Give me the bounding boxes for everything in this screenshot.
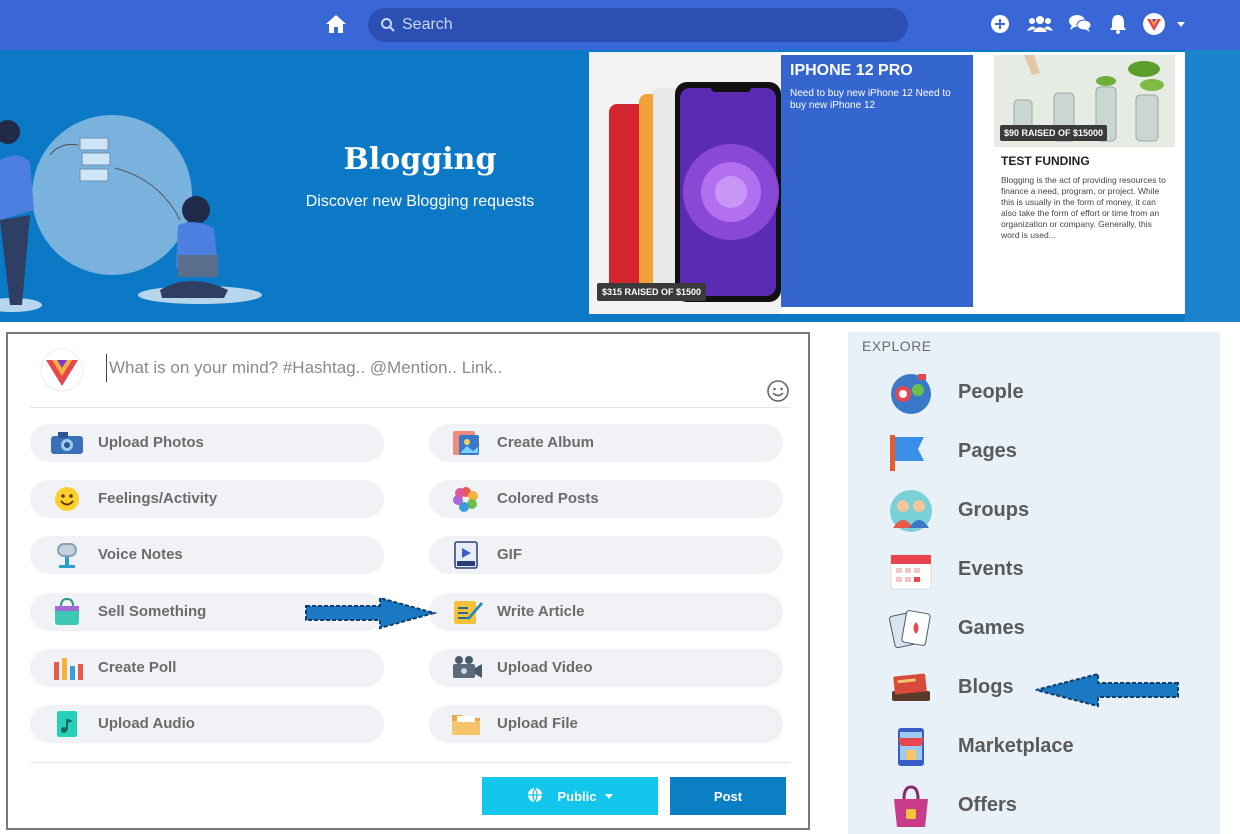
colored-posts-button[interactable]: Colored Posts	[429, 480, 783, 518]
campaign-info-panel: IPHONE 12 PRO Need to buy new iPhone 12 …	[781, 55, 973, 307]
explore-item-pages[interactable]: Pages	[888, 427, 1188, 477]
banner-illustration	[0, 115, 262, 312]
chevron-down-icon	[604, 793, 613, 799]
color-palette-icon	[447, 485, 485, 513]
explore-sidebar: EXPLORE People Pages Groups Events Games…	[848, 332, 1220, 834]
campaign-title[interactable]: IPHONE 12 PRO	[790, 62, 913, 80]
banner-subtitle: Discover new Blogging requests	[305, 193, 535, 210]
upload-file-button[interactable]: Upload File	[429, 705, 783, 743]
album-icon	[447, 429, 485, 457]
explore-item-marketplace[interactable]: Marketplace	[888, 722, 1188, 772]
funding-image: $90 RAISED OF $15000	[994, 55, 1175, 147]
upload-video-button[interactable]: Upload Video	[429, 649, 783, 687]
option-label: Upload File	[497, 715, 578, 732]
people-icon	[888, 370, 934, 416]
create-album-button[interactable]: Create Album	[429, 424, 783, 462]
raised-badge: $315 RAISED OF $1500	[597, 283, 707, 301]
emoji-icon[interactable]	[766, 379, 790, 403]
microphone-icon	[48, 541, 86, 569]
divider	[30, 407, 790, 408]
banner-edge	[1185, 50, 1240, 322]
explore-item-events[interactable]: Events	[888, 545, 1188, 595]
explore-item-games[interactable]: Games	[888, 604, 1188, 654]
friends-icon[interactable]	[1027, 13, 1053, 35]
voice-notes-button[interactable]: Voice Notes	[30, 536, 384, 574]
banner-title: Blogging	[343, 142, 497, 177]
option-label: Voice Notes	[98, 546, 183, 563]
smiley-icon	[48, 485, 86, 513]
option-label: Sell Something	[98, 603, 207, 620]
notifications-icon[interactable]	[1107, 13, 1129, 35]
gif-button[interactable]: GIF	[429, 536, 783, 574]
option-label: Upload Photos	[98, 434, 204, 451]
campaign-title[interactable]: TEST FUNDING	[1001, 154, 1090, 168]
arrow-to-write-article	[305, 596, 438, 630]
shopping-bag-icon	[48, 597, 86, 626]
search-bar[interactable]	[368, 8, 908, 42]
divider	[30, 762, 790, 763]
explore-label: Games	[958, 617, 1025, 639]
groups-icon	[888, 488, 934, 534]
avatar[interactable]	[1143, 13, 1165, 35]
article-icon	[447, 598, 485, 626]
explore-label: Pages	[958, 440, 1017, 462]
option-label: Colored Posts	[497, 490, 599, 507]
campaign-description: Need to buy new iPhone 12 Need to buy ne…	[790, 88, 951, 111]
offer-bag-icon	[888, 783, 934, 829]
raised-badge: $90 RAISED OF $15000	[1000, 125, 1108, 141]
globe-icon	[527, 787, 543, 806]
create-poll-button[interactable]: Create Poll	[30, 649, 384, 687]
add-icon[interactable]	[989, 13, 1011, 35]
option-label: Create Album	[497, 434, 594, 451]
privacy-public-button[interactable]: Public	[482, 777, 658, 815]
campaign-description: Blogging is the act of providing resourc…	[1001, 175, 1166, 240]
folder-icon	[447, 710, 485, 738]
option-label: Feelings/Activity	[98, 490, 218, 507]
store-icon	[888, 724, 934, 770]
option-label: Create Poll	[98, 659, 177, 676]
upload-audio-button[interactable]: Upload Audio	[30, 705, 384, 743]
explore-label: Events	[958, 558, 1024, 580]
feelings-activity-button[interactable]: Feelings/Activity	[30, 480, 384, 518]
iphone-image: $315 RAISED OF $1500	[589, 52, 781, 314]
explore-label: Marketplace	[958, 735, 1074, 757]
explore-heading: EXPLORE	[862, 338, 932, 354]
write-article-button[interactable]: Write Article	[429, 593, 783, 631]
top-navigation-bar	[0, 0, 1240, 50]
camera-icon	[48, 429, 86, 457]
poll-icon	[48, 654, 86, 682]
explore-label: Offers	[958, 794, 1017, 816]
option-label: Upload Audio	[98, 715, 195, 732]
calendar-icon	[888, 547, 934, 593]
flag-icon	[888, 429, 934, 475]
search-icon	[380, 17, 396, 33]
blogging-banner: Blogging Discover new Blogging requests …	[0, 50, 1240, 322]
explore-label: Groups	[958, 499, 1030, 521]
post-button[interactable]: Post	[670, 777, 786, 815]
option-label: Upload Video	[497, 659, 593, 676]
explore-item-groups[interactable]: Groups	[888, 486, 1188, 536]
post-text-input[interactable]	[106, 354, 746, 382]
home-icon[interactable]	[324, 12, 348, 36]
search-input[interactable]	[402, 8, 882, 42]
messages-icon[interactable]	[1068, 13, 1092, 35]
campaign-card-test-funding[interactable]: $90 RAISED OF $15000 TEST FUNDING Bloggi…	[994, 55, 1175, 307]
post-composer: Upload Photos Feelings/Activity Voice No…	[6, 332, 810, 830]
explore-item-offers[interactable]: Offers	[888, 781, 1188, 831]
gif-icon	[447, 541, 485, 569]
explore-label: Blogs	[958, 676, 1014, 698]
explore-label: People	[958, 381, 1024, 403]
user-avatar	[32, 348, 92, 392]
video-camera-icon	[447, 654, 485, 682]
option-label: GIF	[497, 546, 522, 563]
audio-file-icon	[48, 710, 86, 738]
arrow-to-blogs	[1035, 672, 1179, 708]
upload-photos-button[interactable]: Upload Photos	[30, 424, 384, 462]
cards-icon	[888, 606, 934, 652]
caret-down-icon[interactable]	[1177, 22, 1185, 27]
book-icon	[888, 665, 934, 711]
explore-item-people[interactable]: People	[888, 368, 1188, 418]
public-label: Public	[557, 788, 597, 804]
option-label: Write Article	[497, 603, 585, 620]
